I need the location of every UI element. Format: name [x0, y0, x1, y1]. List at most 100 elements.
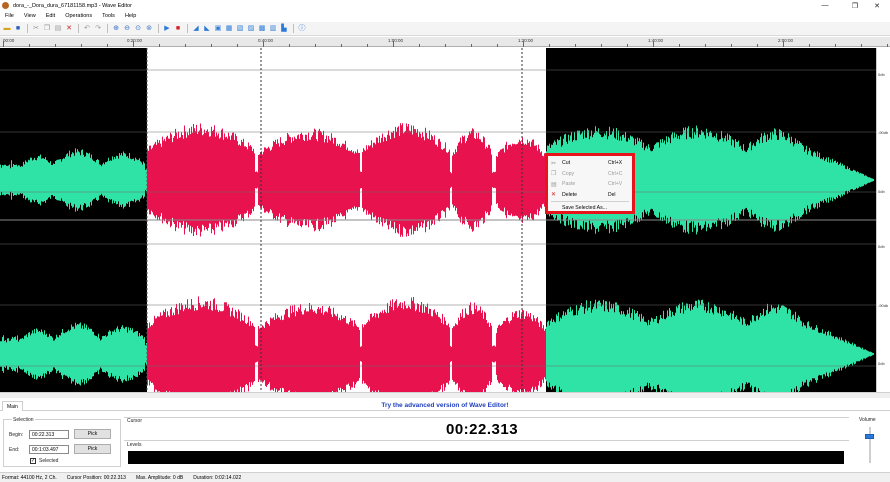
menu-bar: File View Edit Operations Tools Help	[0, 11, 890, 21]
echo-icon[interactable]: ▩	[257, 24, 267, 34]
menu-help[interactable]: Help	[120, 13, 141, 19]
close-button[interactable]: ✕	[864, 0, 890, 11]
ruler-tick	[835, 44, 836, 47]
menu-edit[interactable]: Edit	[41, 13, 60, 19]
ruler-tick	[575, 44, 576, 47]
ruler-tick	[757, 44, 758, 47]
cursor-time: 00:22.313	[446, 421, 519, 438]
spectrum-icon[interactable]: ▙	[279, 24, 289, 34]
delete-icon[interactable]: ✕	[64, 24, 74, 34]
time-ruler[interactable]: 00:00 0:20:00 0:40:00 1:00:00 1:20:00 1:…	[0, 37, 890, 47]
db-label: 0db	[878, 244, 885, 249]
stop-icon[interactable]: ■	[173, 24, 183, 34]
reverse-icon[interactable]: ▨	[246, 24, 256, 34]
ruler-tick	[471, 44, 472, 47]
zoom-selection-icon[interactable]: ⊙	[133, 24, 143, 34]
ruler-tick	[211, 44, 212, 47]
ruler-label: 1:00:00	[388, 38, 404, 43]
ruler-tick	[445, 44, 446, 47]
silence-icon[interactable]: ▧	[235, 24, 245, 34]
open-icon[interactable]: ▬	[2, 24, 12, 34]
volume-slider[interactable]	[865, 434, 874, 439]
toolbar-separator	[107, 24, 108, 33]
ruler-tick	[523, 41, 524, 47]
menu-item-delete[interactable]: ✕ Delete Del	[548, 190, 632, 201]
minimize-button[interactable]: —	[812, 0, 838, 11]
pick-end-button[interactable]: Pick	[74, 444, 111, 454]
ruler-tick	[55, 44, 56, 47]
ruler-tick	[29, 44, 30, 47]
ruler-tick	[601, 44, 602, 47]
amplify-icon[interactable]: ▦	[224, 24, 234, 34]
volume-title: Volume	[859, 417, 876, 423]
toolbar-separator	[78, 24, 79, 33]
db-label: -90db	[878, 130, 889, 135]
cut-icon[interactable]: ✂	[31, 24, 41, 34]
ruler-tick	[419, 44, 420, 47]
selected-label: Selected	[39, 458, 59, 464]
zoom-out-icon[interactable]: ⊖	[122, 24, 132, 34]
ruler-tick	[159, 44, 160, 47]
menu-item-cut[interactable]: ✂ Cut Ctrl+X	[548, 158, 632, 169]
menu-item-copy[interactable]: ❐ Copy Ctrl+C	[548, 169, 632, 180]
ruler-tick	[497, 44, 498, 47]
context-menu: ✂ Cut Ctrl+X ❐ Copy Ctrl+C ▤ Paste Ctrl+…	[545, 153, 635, 214]
waveform-view[interactable]	[0, 48, 876, 392]
ruler-tick	[809, 44, 810, 47]
ruler-label: 00:00	[3, 38, 15, 43]
ruler-tick	[263, 41, 264, 47]
ruler-tick	[3, 41, 4, 47]
app-icon	[2, 2, 9, 9]
menu-tools[interactable]: Tools	[97, 13, 120, 19]
toolbar: ▬ ■ ✂ ❐ ▤ ✕ ↶ ↷ ⊕ ⊖ ⊙ ⊚ ▶ ■ ◢ ◣ ▣ ▦ ▧ ▨ …	[0, 22, 890, 36]
delete-icon: ✕	[551, 192, 557, 199]
fade-in-icon[interactable]: ◢	[191, 24, 201, 34]
menu-item-shortcut: Ctrl+C	[608, 170, 623, 177]
waveform-canvas[interactable]	[0, 48, 876, 392]
ruler-label: 0:20:00	[127, 38, 143, 43]
ruler-tick	[341, 44, 342, 47]
ruler-tick	[315, 44, 316, 47]
volume-panel: Volume	[855, 417, 888, 467]
cut-icon: ✂	[551, 160, 557, 167]
ruler-tick	[289, 44, 290, 47]
menu-item-label: Cut	[562, 160, 571, 167]
end-input[interactable]: 00:1:03.497	[29, 445, 69, 454]
title-bar: dora_-_Dora_dura_67181158.mp3 - Wave Edi…	[0, 0, 890, 11]
ruler-tick	[731, 44, 732, 47]
zoom-in-icon[interactable]: ⊕	[111, 24, 121, 34]
fade-out-icon[interactable]: ◣	[202, 24, 212, 34]
copy-icon[interactable]: ❐	[42, 24, 52, 34]
ruler-tick	[81, 44, 82, 47]
menu-operations[interactable]: Operations	[60, 13, 97, 19]
paste-icon[interactable]: ▤	[53, 24, 63, 34]
horizontal-scrollbar[interactable]	[0, 392, 890, 398]
normalize-icon[interactable]: ▣	[213, 24, 223, 34]
ruler-tick	[107, 44, 108, 47]
menu-item-shortcut: Ctrl+X	[608, 160, 623, 167]
selection-panel: Selection Begin: 00:22.313 Pick End: 00:…	[3, 417, 121, 467]
menu-view[interactable]: View	[19, 13, 41, 19]
equalizer-icon[interactable]: ▥	[268, 24, 278, 34]
menu-file[interactable]: File	[0, 13, 19, 19]
status-bar: Format: 44100 Hz, 2 Ch. Cursor Position:…	[0, 472, 890, 482]
menu-item-paste[interactable]: ▤ Paste Ctrl+V	[548, 179, 632, 190]
ruler-tick	[367, 44, 368, 47]
promo-link[interactable]: Try the advanced version of Wave Editor!	[0, 402, 890, 409]
begin-input[interactable]: 00:22.313	[29, 430, 69, 439]
end-label: End:	[9, 447, 20, 453]
begin-label: Begin:	[9, 432, 24, 438]
menu-item-label: Paste	[562, 181, 576, 188]
help-icon[interactable]: ⓘ	[297, 24, 307, 34]
ruler-label: 1:40:00	[648, 38, 664, 43]
status-cursor-position: Cursor Position: 00:22.313	[66, 474, 126, 481]
menu-item-save-selected[interactable]: Save Selected As...	[548, 203, 632, 214]
selected-checkbox[interactable]: ✓	[30, 458, 36, 464]
save-icon[interactable]: ■	[13, 24, 23, 34]
play-icon[interactable]: ▶	[162, 24, 172, 34]
zoom-fit-icon[interactable]: ⊚	[144, 24, 154, 34]
pick-begin-button[interactable]: Pick	[74, 429, 111, 439]
undo-icon[interactable]: ↶	[82, 24, 92, 34]
redo-icon[interactable]: ↷	[93, 24, 103, 34]
tab-main[interactable]: Main	[2, 401, 23, 411]
